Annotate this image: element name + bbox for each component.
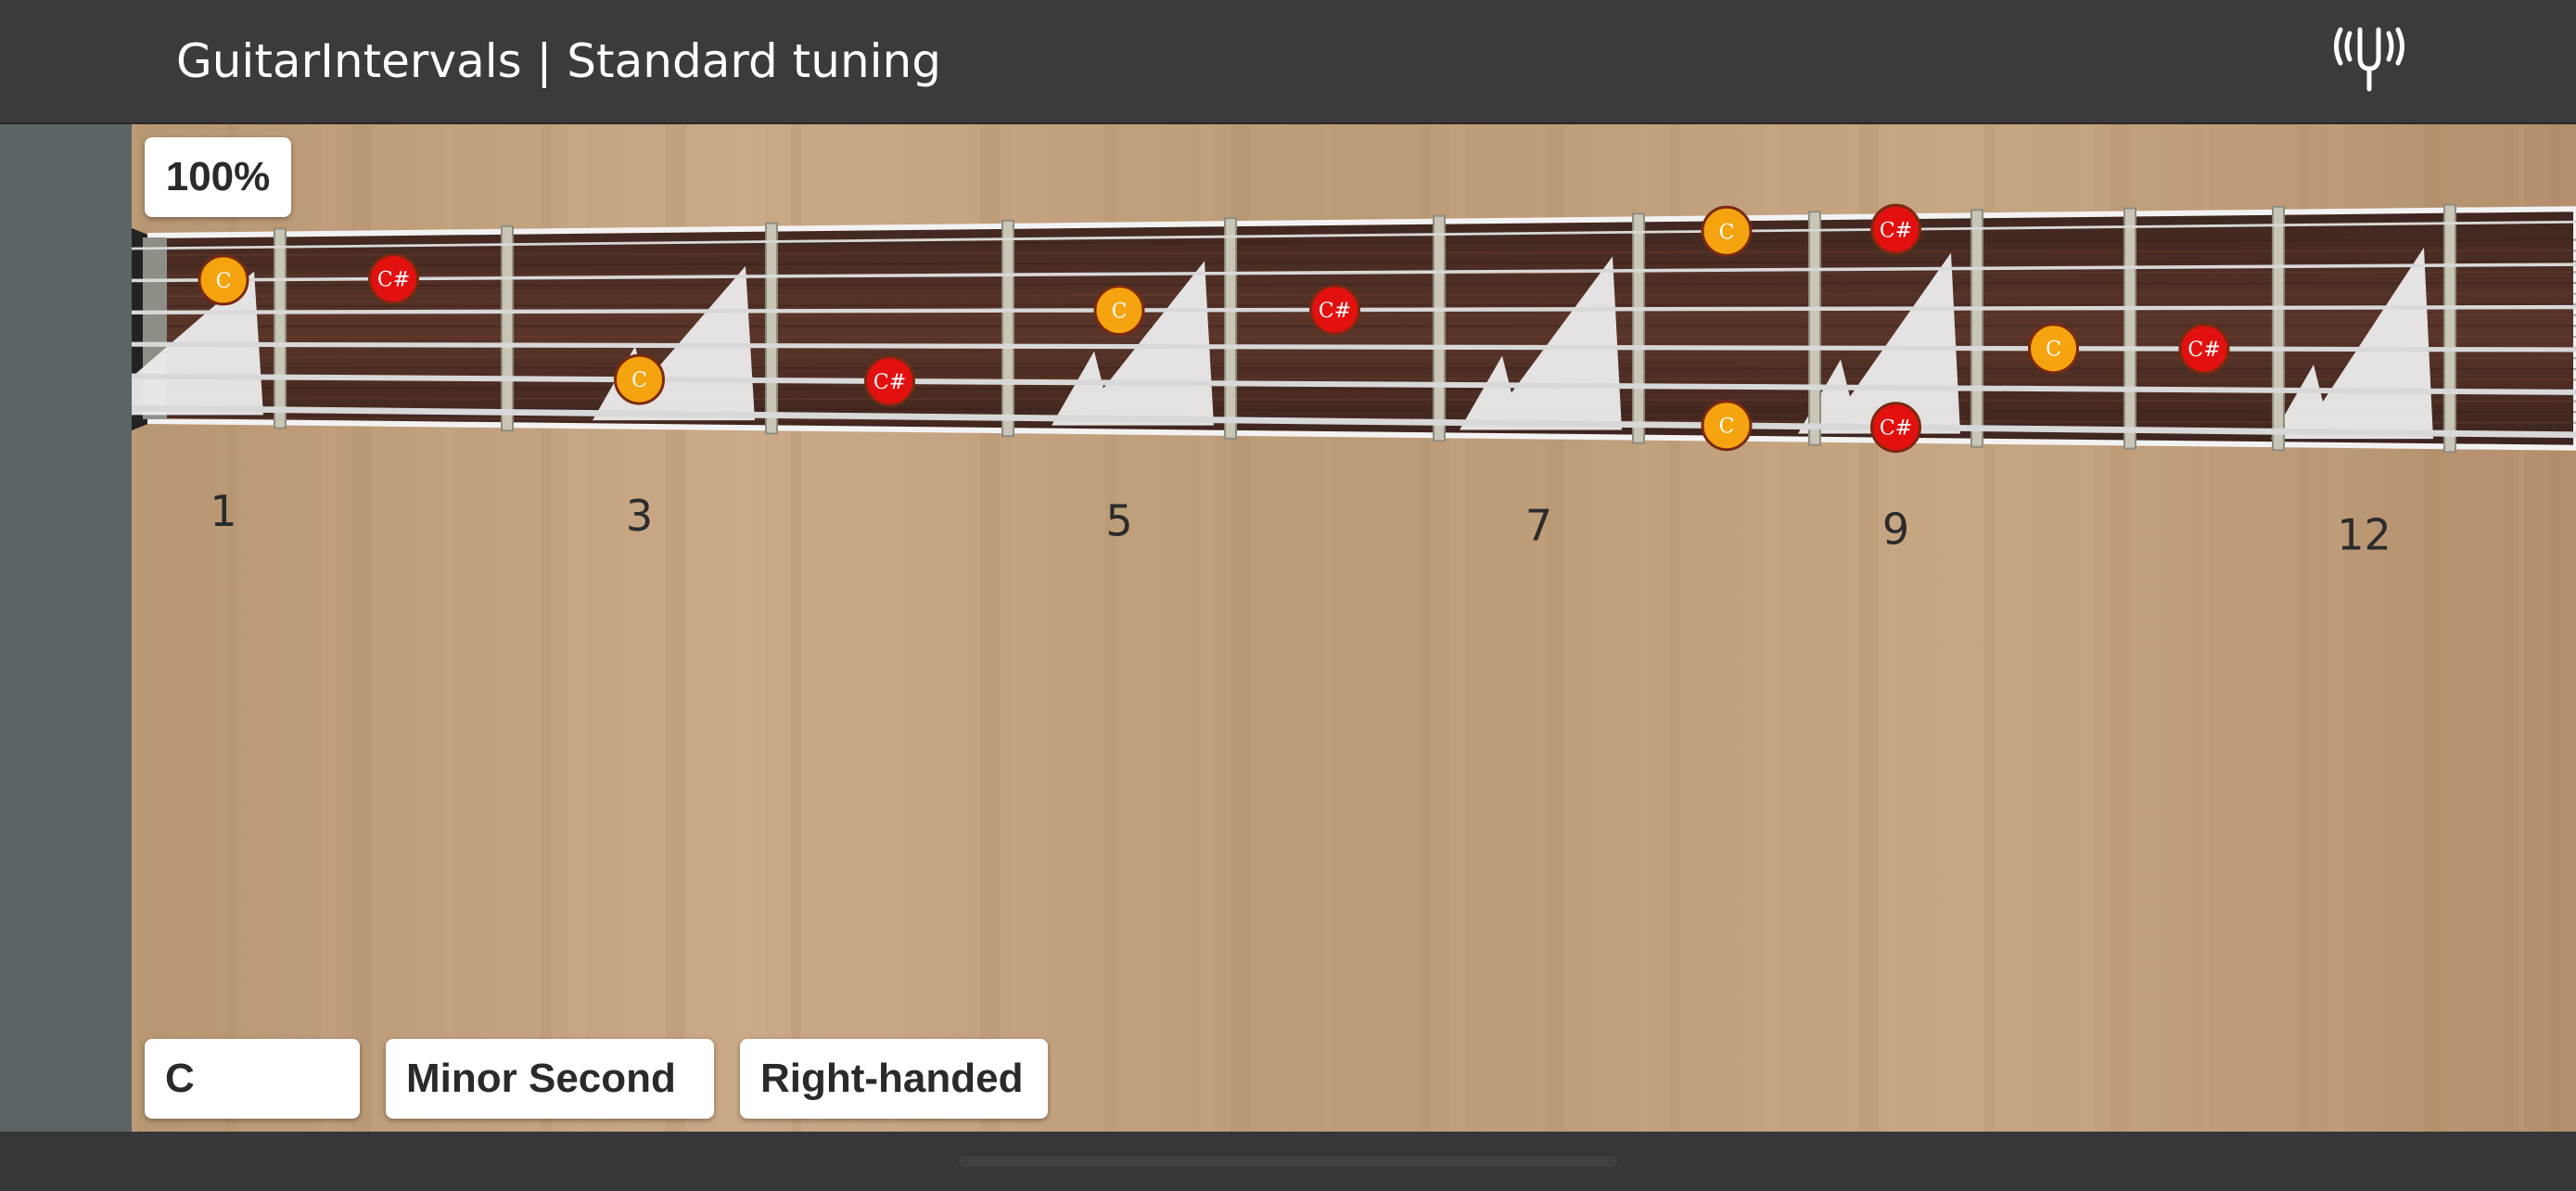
- fret-wire: [1970, 209, 1983, 448]
- interval-note-marker[interactable]: C#: [1870, 203, 1921, 255]
- note-label: C#: [1880, 417, 1912, 441]
- root-note-marker[interactable]: C: [2028, 323, 2079, 375]
- fret-number-label: 9: [1882, 505, 1909, 555]
- root-note-marker[interactable]: C: [198, 254, 249, 306]
- interval-note-marker[interactable]: C#: [2178, 323, 2230, 375]
- interval-note-marker[interactable]: C#: [864, 355, 915, 407]
- root-note-marker[interactable]: C: [1701, 400, 1753, 452]
- fret-number-label: 5: [1105, 495, 1132, 545]
- note-label: C#: [1319, 300, 1351, 323]
- interval-select[interactable]: Minor Second: [386, 1039, 714, 1119]
- interval-note-marker[interactable]: C#: [1309, 284, 1360, 336]
- fret-wire: [2272, 205, 2285, 452]
- note-label: C#: [874, 371, 906, 394]
- note-label: C#: [2187, 339, 2220, 362]
- fret-wire: [765, 222, 778, 435]
- root-note-marker[interactable]: C: [1093, 285, 1145, 337]
- fret-number-label: 7: [1525, 500, 1552, 550]
- note-label: C: [1112, 301, 1128, 324]
- interval-note-marker[interactable]: C#: [368, 253, 419, 305]
- fret-wire: [1632, 212, 1645, 444]
- fret-wire: [2443, 203, 2456, 454]
- note-label: C#: [377, 269, 410, 292]
- fretboard-area: 1 3 5 7 9 12 C C# C C# C C# C C# C C# C C#: [132, 124, 2576, 1132]
- root-note-marker[interactable]: C: [614, 353, 665, 405]
- interval-note-marker[interactable]: C#: [1870, 402, 1921, 454]
- fret-number-label: 1: [210, 486, 236, 536]
- fret-wire: [1808, 211, 1821, 446]
- app-header: GuitarIntervals | Standard tuning: [0, 0, 2576, 124]
- fret-wire: [1224, 217, 1237, 440]
- note-label: C: [1719, 221, 1735, 244]
- fret-wire: [1433, 214, 1446, 442]
- root-note-select[interactable]: C: [145, 1039, 360, 1119]
- handedness-select[interactable]: Right-handed: [740, 1039, 1048, 1119]
- tuning-fork-icon[interactable]: [2329, 20, 2409, 95]
- fret-number-label: 3: [626, 491, 653, 541]
- fret-wire: [274, 227, 287, 429]
- fret-wire: [2123, 207, 2136, 450]
- note-label: C#: [1880, 219, 1912, 242]
- note-label: C: [1719, 416, 1735, 439]
- zoom-level-button[interactable]: 100%: [145, 137, 291, 217]
- note-label: C: [631, 369, 647, 392]
- fret-number-label: 12: [2337, 509, 2391, 559]
- side-strip: [0, 124, 132, 1132]
- note-label: C: [216, 270, 232, 293]
- note-label: C: [2046, 339, 2061, 362]
- home-indicator: [959, 1156, 1617, 1167]
- fret-wire: [1001, 219, 1014, 438]
- fretboard: 1 3 5 7 9 12 C C# C C# C C# C C# C C# C C#: [132, 124, 2576, 1132]
- app-title: GuitarIntervals | Standard tuning: [176, 34, 941, 88]
- root-note-marker[interactable]: C: [1701, 205, 1753, 257]
- fret-wire: [501, 224, 514, 432]
